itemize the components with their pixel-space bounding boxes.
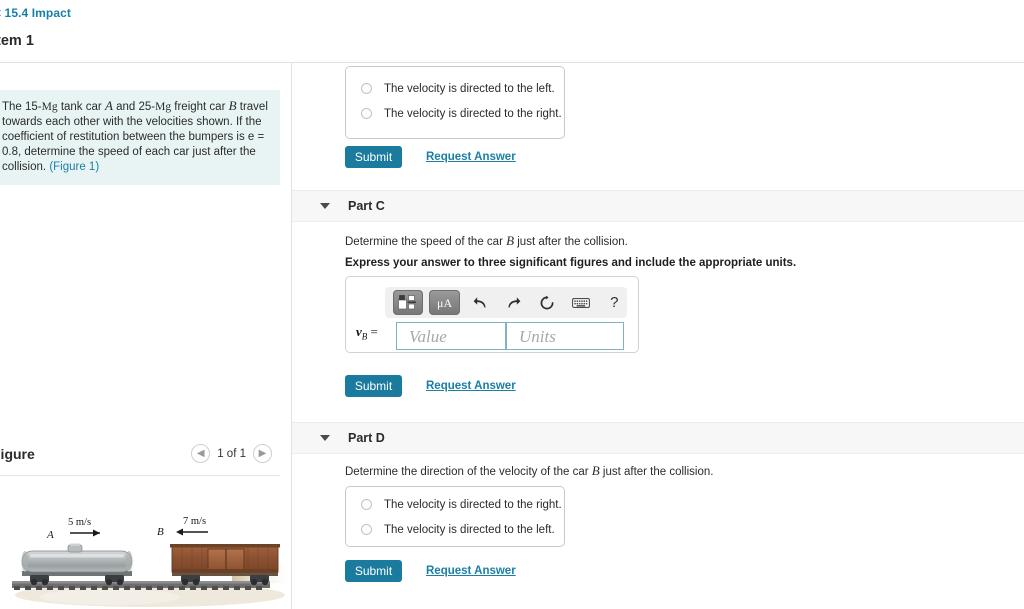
help-glyph: ? xyxy=(610,294,619,311)
part-b-option-1[interactable]: The velocity is directed to the right. xyxy=(346,101,564,126)
units-button-label: μA xyxy=(437,295,453,310)
reset-icon[interactable] xyxy=(535,291,560,315)
figure-header: Figure ◀ 1 of 1 ▶ xyxy=(0,442,280,472)
radio-icon[interactable] xyxy=(361,524,372,535)
part-c-value-input[interactable]: Value xyxy=(396,322,506,350)
part-b-option-0[interactable]: The velocity is directed to the left. xyxy=(346,76,564,101)
statement-text-4: freight car xyxy=(171,101,229,113)
undo-icon[interactable] xyxy=(468,291,493,315)
tank-car-a: A 5 m/s xyxy=(21,517,133,586)
breadcrumb[interactable]: < 15.4 Impact xyxy=(0,6,71,20)
part-b-submit-button[interactable]: Submit xyxy=(345,146,402,168)
part-c-question: Determine the speed of the car B just af… xyxy=(345,233,628,249)
part-d-title: Part D xyxy=(348,431,385,445)
statement-text-1: The 15- xyxy=(2,101,42,113)
left-pane: The 15-Mg tank car A and 25-Mg freight c… xyxy=(0,63,291,609)
figure-next-button[interactable]: ▶ xyxy=(253,444,272,463)
part-b-options-card: The velocity is directed to the left. Th… xyxy=(345,66,565,139)
help-icon[interactable]: ? xyxy=(602,291,627,315)
statement-text-2: tank car xyxy=(57,101,105,113)
part-c-question-text: Determine the speed of the car xyxy=(345,236,507,248)
part-d-submit-button[interactable]: Submit xyxy=(345,560,402,582)
statement-text-3: and 25- xyxy=(112,101,156,113)
figure-page-indicator: 1 of 1 xyxy=(217,447,246,460)
page-root: < 15.4 Impact Item 1 The 15-Mg tank car … xyxy=(0,0,1024,609)
radio-icon[interactable] xyxy=(361,108,372,119)
redo-icon[interactable] xyxy=(501,291,526,315)
train-collision-diagram: A 5 m/s B 7 m/s xyxy=(12,516,288,607)
equation-subscript: B xyxy=(361,331,368,342)
chevron-right-icon: ▶ xyxy=(258,447,267,459)
statement-unit-mg-1: Mg xyxy=(41,101,58,113)
part-d-header[interactable]: Part D xyxy=(292,422,1024,454)
figure-divider xyxy=(0,475,280,476)
part-d-question-text: Determine the direction of the velocity … xyxy=(345,466,592,478)
car-b-label: B xyxy=(157,526,164,538)
part-d-question-var: B xyxy=(591,463,600,478)
problem-statement: The 15-Mg tank car A and 25-Mg freight c… xyxy=(0,90,280,185)
chevron-down-icon[interactable] xyxy=(320,203,330,209)
part-c-request-answer-link[interactable]: Request Answer xyxy=(426,380,516,392)
part-b-option-1-label: The velocity is directed to the right. xyxy=(384,107,562,120)
car-a-speed-label: 5 m/s xyxy=(68,517,91,528)
freight-car-b: B 7 m/s xyxy=(157,516,280,586)
radio-icon[interactable] xyxy=(361,499,372,510)
statement-unit-mg-2: Mg xyxy=(155,101,172,113)
chevron-left-icon: ◀ xyxy=(196,447,205,459)
part-d-request-answer-link[interactable]: Request Answer xyxy=(426,565,516,577)
right-pane: The velocity is directed to the left. Th… xyxy=(292,63,1024,609)
part-c-title: Part C xyxy=(348,199,385,213)
part-c-equation-label: vB = xyxy=(356,324,378,342)
part-c-answer-box: μA ? vB = Value Units xyxy=(345,276,639,353)
equation-equals: = xyxy=(370,324,378,339)
page-title: Item 1 xyxy=(0,33,34,49)
car-a-label: A xyxy=(46,529,54,541)
part-b-option-0-label: The velocity is directed to the left. xyxy=(384,82,555,95)
statement-var-a: A xyxy=(104,98,113,113)
part-c-math-toolbar: μA ? xyxy=(385,287,627,318)
part-b-request-answer-link[interactable]: Request Answer xyxy=(426,151,516,163)
statement-var-b: B xyxy=(228,98,237,113)
part-c-question-var: B xyxy=(506,233,515,248)
keyboard-glyph xyxy=(571,297,590,308)
math-template-glyph xyxy=(397,294,416,309)
figure-pager: ◀ 1 of 1 ▶ xyxy=(191,444,272,463)
part-c-question-tail: just after the collision. xyxy=(514,236,628,248)
part-d-action-row: Submit Request Answer xyxy=(345,560,516,582)
math-template-icon[interactable] xyxy=(393,290,424,315)
part-c-header[interactable]: Part C xyxy=(292,190,1024,222)
part-d-option-1-label: The velocity is directed to the left. xyxy=(384,523,555,536)
reset-glyph xyxy=(540,295,554,309)
part-d-question-tail: just after the collision. xyxy=(599,466,714,478)
part-d-question: Determine the direction of the velocity … xyxy=(345,463,713,479)
figure-prev-button[interactable]: ◀ xyxy=(191,444,211,463)
figure-link[interactable]: (Figure 1) xyxy=(49,161,99,173)
part-c-units-input[interactable]: Units xyxy=(506,322,624,350)
part-b-action-row: Submit Request Answer xyxy=(345,146,516,168)
part-d-option-0[interactable]: The velocity is directed to the right. xyxy=(346,492,564,517)
undo-glyph xyxy=(473,296,486,307)
keyboard-icon[interactable] xyxy=(568,291,593,315)
part-c-action-row: Submit Request Answer xyxy=(345,375,516,397)
chevron-down-icon[interactable] xyxy=(320,435,330,441)
radio-icon[interactable] xyxy=(361,83,372,94)
part-c-instruction: Express your answer to three significant… xyxy=(345,257,797,269)
redo-glyph xyxy=(508,296,521,307)
figure-diagram[interactable]: A 5 m/s B 7 m/s xyxy=(0,483,291,609)
part-c-submit-button[interactable]: Submit xyxy=(345,375,402,397)
car-b-speed-label: 7 m/s xyxy=(183,516,206,527)
micro-amp-units-icon[interactable]: μA xyxy=(429,290,460,315)
part-d-option-0-label: The velocity is directed to the right. xyxy=(384,498,562,511)
figure-label: Figure xyxy=(0,446,35,462)
part-d-options-card: The velocity is directed to the right. T… xyxy=(345,486,565,547)
part-d-option-1[interactable]: The velocity is directed to the left. xyxy=(346,517,564,542)
